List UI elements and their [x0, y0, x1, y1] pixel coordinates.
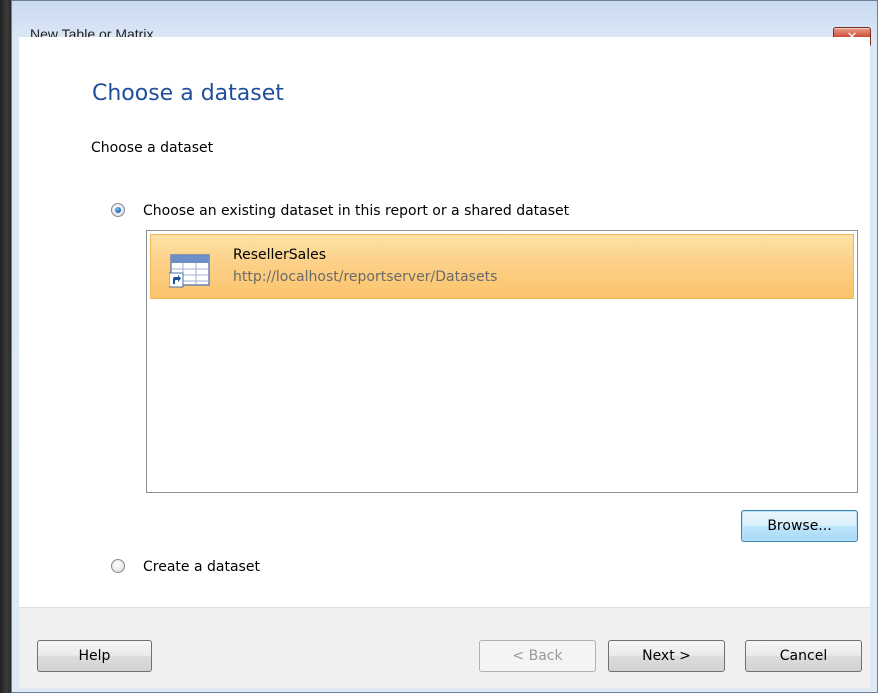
shared-dataset-icon	[168, 251, 211, 289]
dialog-content: Choose a dataset Choose a dataset Choose…	[19, 37, 870, 688]
help-button[interactable]: Help	[37, 640, 152, 672]
background-window-edge	[0, 0, 11, 693]
existing-dataset-label[interactable]: Choose an existing dataset in this repor…	[143, 204, 569, 218]
back-button[interactable]: < Back	[479, 640, 596, 672]
button-bar: Help < Back Next > Cancel	[19, 607, 870, 688]
page-subheading: Choose a dataset	[91, 140, 214, 156]
dataset-path: http://localhost/reportserver/Datasets	[233, 269, 498, 285]
create-dataset-label[interactable]: Create a dataset	[143, 560, 260, 574]
dialog-window: New Table or Matrix ✕ Choose a dataset C…	[11, 0, 878, 693]
dataset-name: ResellerSales	[233, 247, 327, 263]
cancel-button[interactable]: Cancel	[745, 640, 862, 672]
existing-dataset-radio[interactable]	[111, 203, 125, 217]
page-heading: Choose a dataset	[92, 81, 284, 106]
next-button[interactable]: Next >	[608, 640, 725, 672]
title-bar[interactable]: New Table or Matrix ✕	[12, 1, 877, 47]
screen-background: New Table or Matrix ✕ Choose a dataset C…	[0, 0, 878, 693]
list-item[interactable]: ResellerSales http://localhost/reportser…	[150, 234, 854, 299]
create-dataset-radio[interactable]	[111, 559, 125, 573]
dataset-list[interactable]: ResellerSales http://localhost/reportser…	[146, 230, 858, 493]
browse-button[interactable]: Browse...	[741, 510, 858, 542]
